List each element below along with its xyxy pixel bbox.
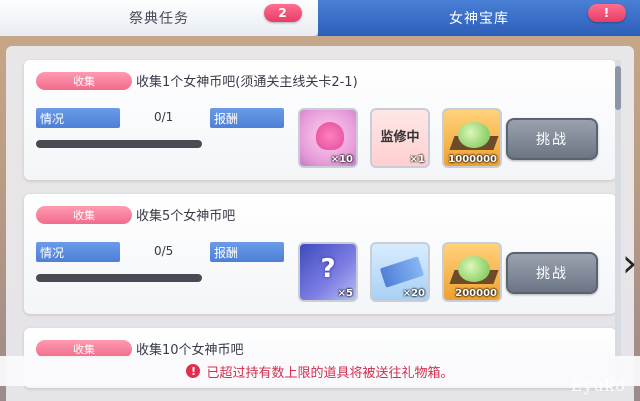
tab-label: 祭典任务 (129, 11, 189, 27)
reward-count: ×1 (409, 154, 425, 165)
notification-badge: 2 (264, 4, 302, 22)
notice-bar: ! 已超过持有数上限的道具将被送往礼物箱。 (0, 356, 640, 386)
pink-heart-item-icon (316, 122, 344, 150)
progress-count: 0/1 (154, 110, 174, 124)
mission-title: 收集5个女神币吧 (136, 209, 236, 224)
watermark: Eyuko (570, 376, 626, 395)
mission-title: 收集1个女神币吧(须通关主线关卡2-1) (136, 75, 358, 90)
challenge-button[interactable]: 挑战 (506, 118, 598, 160)
mystery-box-icon: ? (320, 254, 336, 284)
mission-category-tag: 收集 (36, 206, 132, 224)
mission-category-tag: 收集 (36, 72, 132, 90)
reward-count: 1000000 (448, 154, 497, 165)
scrollbar-thumb[interactable] (615, 66, 621, 110)
green-gem-pile-icon (458, 122, 490, 148)
mission-list-panel: 收集 收集1个女神币吧(须通关主线关卡2-1) 情况 0/1 报酬 ×10 监修… (6, 46, 634, 401)
reward-item[interactable]: 监修中 ×1 (370, 108, 430, 168)
reward-count: ×5 (337, 288, 353, 299)
status-label: 情况 (36, 242, 120, 262)
reward-count: ×20 (402, 288, 425, 299)
warning-icon: ! (186, 364, 201, 378)
scrollbar[interactable] (615, 60, 621, 390)
tab-label: 女神宝库 (449, 11, 509, 27)
tab-goddess-vault[interactable]: 女神宝库 ! (318, 0, 640, 36)
tab-bar: 祭典任务 2 女神宝库 ! (0, 0, 640, 38)
mission-card: 收集 收集5个女神币吧 情况 0/5 报酬 ? ×5 ×20 200000 挑战 (24, 194, 616, 314)
status-label: 情况 (36, 108, 120, 128)
chevron-right-icon[interactable]: › (622, 240, 640, 286)
alert-badge: ! (588, 4, 626, 22)
reward-item[interactable]: 200000 (442, 242, 502, 302)
reward-count: 200000 (455, 288, 497, 299)
reward-label: 报酬 (210, 108, 284, 128)
notice-text: 已超过持有数上限的道具将被送往礼物箱。 (206, 365, 454, 381)
reward-label: 报酬 (210, 242, 284, 262)
reward-item[interactable]: 1000000 (442, 108, 502, 168)
progress-bar (36, 274, 202, 282)
reward-item[interactable]: ×10 (298, 108, 358, 168)
tab-festival-missions[interactable]: 祭典任务 2 (0, 0, 318, 36)
reward-item[interactable]: ? ×5 (298, 242, 358, 302)
progress-count: 0/5 (154, 244, 174, 258)
challenge-button[interactable]: 挑战 (506, 252, 598, 294)
reward-item[interactable]: ×20 (370, 242, 430, 302)
supervising-seal-icon: 监修中 (380, 130, 420, 145)
reward-count: ×10 (330, 154, 353, 165)
mission-card: 收集 收集1个女神币吧(须通关主线关卡2-1) 情况 0/1 报酬 ×10 监修… (24, 60, 616, 180)
progress-bar (36, 140, 202, 148)
blue-ticket-icon (379, 256, 425, 288)
green-gem-pile-icon (458, 256, 490, 282)
